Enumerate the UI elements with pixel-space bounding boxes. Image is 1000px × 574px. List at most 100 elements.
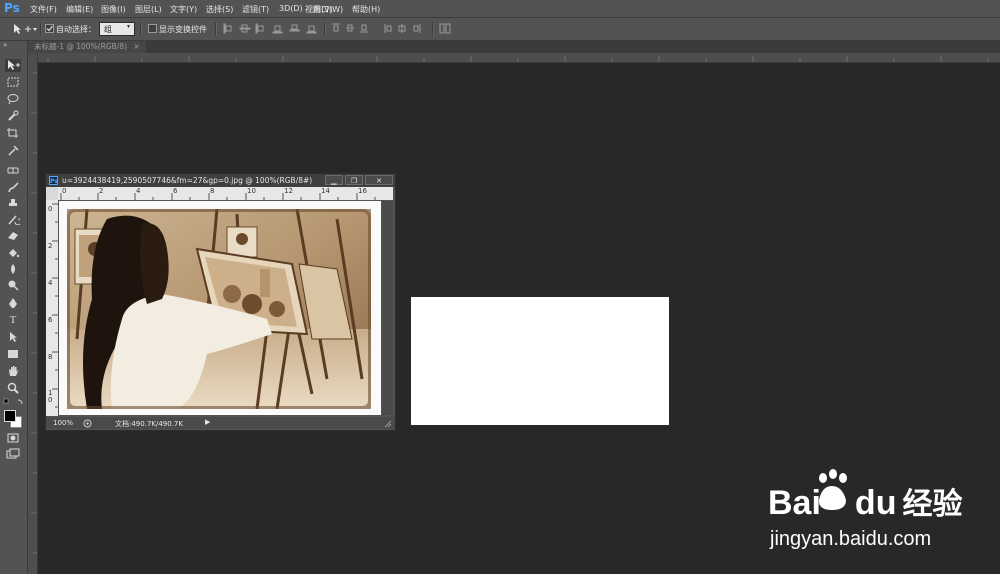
ruler-tick-label: 16 [358, 187, 367, 195]
document-window-title: u=3924438419,2590507746&fm=27&gp=0.jpg @… [62, 176, 313, 185]
auto-select-value: 组 [104, 25, 112, 34]
eyedropper-tool-icon[interactable] [5, 144, 21, 157]
menu-window[interactable]: 窗口(W) [313, 4, 343, 15]
tools-panel: » T [0, 41, 28, 574]
document-tab[interactable]: 未标题-1 @ 100%(RGB/8) × [28, 41, 146, 53]
eraser-tool-icon[interactable] [5, 229, 21, 242]
zoom-tool-icon[interactable] [5, 382, 21, 395]
hand-tool-icon[interactable] [5, 365, 21, 378]
ruler-tick-label: 8 [210, 187, 215, 195]
menu-file[interactable]: 文件(F) [30, 4, 57, 15]
painting-photo [67, 209, 371, 409]
document-tab-label: 未标题-1 @ 100%(RGB/8) [34, 42, 128, 51]
rectangle-tool-icon[interactable] [5, 348, 21, 361]
blur-tool-icon[interactable] [5, 263, 21, 276]
collapse-panel-icon[interactable]: » [3, 41, 7, 49]
ruler-tick-label: 2 [48, 242, 53, 250]
pen-tool-icon[interactable] [5, 297, 21, 310]
restore-button[interactable]: ❐ [345, 175, 363, 185]
minimize-button[interactable]: ▁ [325, 175, 343, 185]
healing-brush-tool-icon[interactable] [5, 164, 21, 177]
ruler-origin[interactable] [46, 187, 58, 200]
lasso-tool-icon[interactable] [5, 93, 21, 106]
document-vertical-ruler: 0 2 4 6 8 1 0 [46, 200, 58, 416]
align-buttons-group [223, 23, 317, 34]
history-brush-tool-icon[interactable] [5, 213, 22, 226]
floating-document-window: Ps u=3924438419,2590507746&fm=27&gp=0.jp… [45, 173, 396, 431]
ruler-tick-label: 0 [62, 187, 67, 195]
document-window-titlebar[interactable]: Ps u=3924438419,2590507746&fm=27&gp=0.jp… [46, 174, 395, 187]
quick-mask-icon[interactable] [5, 432, 21, 445]
vertical-ruler [28, 53, 38, 574]
status-menu-icon[interactable] [83, 419, 92, 428]
separator [140, 22, 142, 36]
clone-stamp-tool-icon[interactable] [5, 197, 21, 210]
distribute-hcenter-icon [398, 24, 406, 33]
auto-align-icon[interactable] [439, 22, 451, 35]
ruler-tick-label: 10 [247, 187, 256, 195]
horizontal-ruler [38, 53, 1000, 63]
distribute-bottom-icon [360, 24, 368, 33]
path-selection-tool-icon[interactable] [5, 331, 21, 344]
crop-tool-icon[interactable] [5, 127, 21, 140]
menu-filter[interactable]: 滤镜(T) [242, 4, 269, 15]
watermark-cn: 经验 [902, 488, 963, 521]
separator [40, 22, 42, 36]
auto-select-dropdown[interactable]: 组 ▾ [99, 22, 135, 36]
marquee-tool-icon[interactable] [5, 76, 21, 89]
vertical-scrollbar[interactable] [382, 201, 393, 415]
distribute-buttons-group [332, 23, 421, 33]
ruler-tick-label: 2 [99, 187, 104, 195]
show-transform-checkbox[interactable] [148, 24, 157, 33]
brush-tool-icon[interactable] [5, 181, 21, 194]
distribute-left-icon [384, 24, 392, 33]
document-size-info: 文档:490.7K/490.7K [115, 420, 183, 428]
document-canvas[interactable] [59, 201, 381, 415]
show-transform-label: 显示变换控件 [159, 25, 207, 34]
paint-bucket-tool-icon[interactable] [5, 247, 21, 260]
foreground-color-swatch[interactable] [4, 410, 16, 422]
ruler-tick-label: 4 [48, 279, 53, 287]
close-icon[interactable]: × [133, 42, 139, 51]
menu-edit[interactable]: 编辑(E) [66, 4, 93, 15]
ruler-tick-label: 6 [173, 187, 178, 195]
watermark-du: du [854, 484, 897, 522]
ruler-tick-label: 6 [48, 316, 53, 324]
close-button[interactable]: ✕ [365, 175, 393, 185]
status-arrow-icon[interactable]: ▶ [205, 418, 210, 426]
menu-select[interactable]: 选择(S) [206, 4, 233, 15]
photoshop-logo: Ps [4, 1, 20, 15]
align-bottom-icon [255, 23, 258, 34]
menu-layer[interactable]: 图层(L) [135, 4, 162, 15]
ps-icon: Ps [49, 176, 58, 185]
align-top-icon [223, 23, 226, 34]
dodge-tool-icon[interactable] [5, 279, 21, 292]
menu-type[interactable]: 文字(Y) [170, 4, 197, 15]
options-bar: 自动选择： 组 ▾ 显示变换控件 [0, 18, 1000, 41]
move-tool-icon[interactable] [5, 59, 21, 72]
ruler-tick-label: 1 0 [48, 389, 53, 404]
menu-image[interactable]: 图像(I) [101, 4, 126, 15]
screen-mode-icon[interactable] [5, 448, 21, 461]
resize-grip-icon[interactable] [384, 420, 392, 428]
distribute-top-icon [332, 23, 340, 32]
auto-select-checkbox[interactable] [45, 24, 54, 33]
ruler-tick-label: 14 [321, 187, 330, 195]
distribute-vcenter-icon [346, 24, 354, 32]
auto-select-label: 自动选择： [56, 25, 96, 34]
quick-select-tool-icon[interactable] [5, 110, 21, 123]
default-colors-icon[interactable] [3, 398, 25, 408]
move-tool-preset-icon[interactable] [12, 23, 38, 35]
separator [324, 22, 326, 36]
ruler-tick-label: 12 [284, 187, 293, 195]
document-horizontal-ruler: 0 2 4 6 8 10 12 14 16 [58, 187, 393, 200]
type-tool-icon[interactable]: T [5, 314, 21, 327]
watermark-url: jingyan.baidu.com [770, 528, 932, 550]
align-left-icon [272, 31, 283, 34]
ruler-tick-label: 4 [136, 187, 141, 195]
menu-help[interactable]: 帮助(H) [352, 4, 380, 15]
zoom-level[interactable]: 100% [53, 419, 73, 427]
white-canvas[interactable] [411, 297, 669, 425]
menu-3d[interactable]: 3D(D) [279, 4, 303, 13]
ruler-tick-label: 8 [48, 353, 53, 361]
